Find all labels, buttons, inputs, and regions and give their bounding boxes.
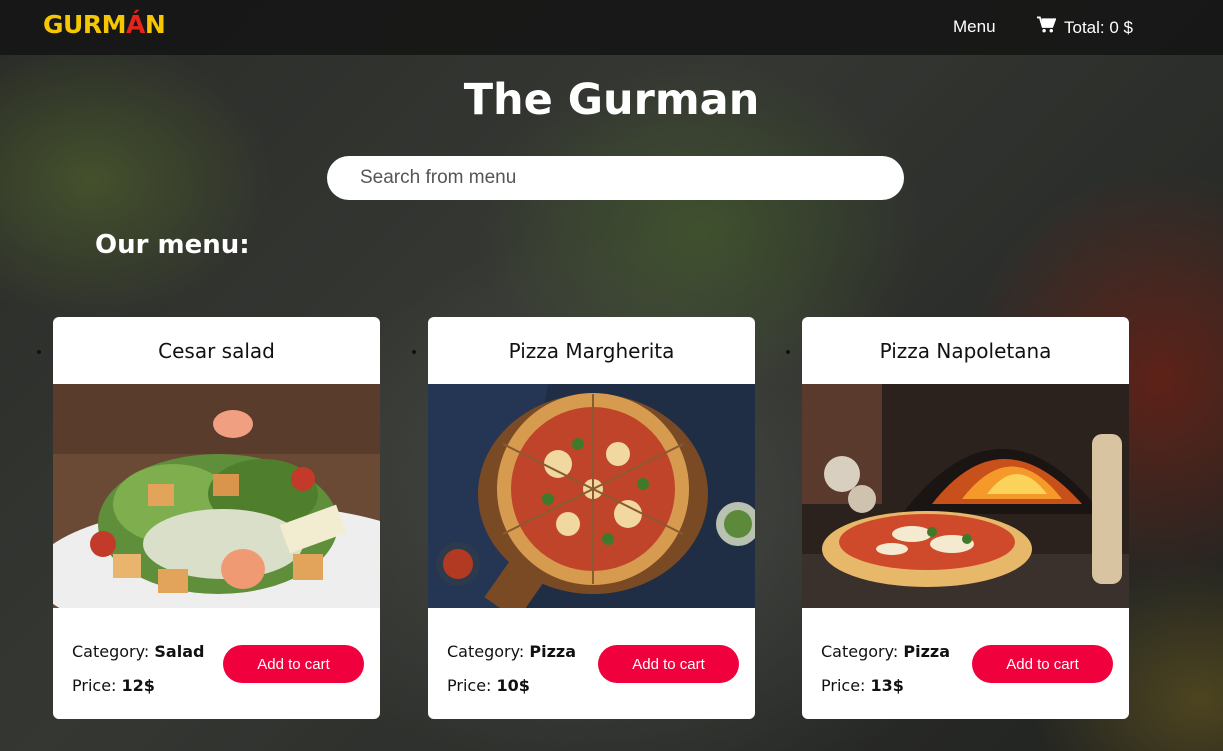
add-to-cart-button[interactable]: Add to cart (972, 645, 1113, 683)
cart-total-button[interactable]: Total: 0 $ (1037, 16, 1133, 39)
card-footer: Category: Pizza Price: 13$ Add to cart (802, 608, 1129, 719)
menu-card: Pizza Napoletana Category: Pizza Price: … (802, 317, 1129, 719)
list-bullet (37, 350, 41, 354)
price-label: Price: (72, 676, 117, 695)
cart-total-label: Total: 0 $ (1064, 17, 1133, 37)
add-to-cart-button[interactable]: Add to cart (223, 645, 364, 683)
list-bullet (786, 350, 790, 354)
category-label: Category: (447, 642, 525, 661)
category-value: Pizza (903, 642, 951, 661)
card-title: Pizza Margherita (508, 338, 675, 363)
card-footer: Category: Pizza Price: 10$ Add to cart (428, 608, 755, 719)
menu-card: Cesar salad Category: Salad Price: 12$ A… (53, 317, 380, 719)
category-label: Category: (72, 642, 150, 661)
card-meta: Category: Salad Price: 12$ (72, 635, 204, 703)
card-meta: Category: Pizza Price: 13$ (821, 635, 950, 703)
pizza-napoletana-image (802, 384, 1129, 608)
category-label: Category: (821, 642, 899, 661)
card-title: Pizza Napoletana (879, 338, 1052, 363)
price-label: Price: (821, 676, 866, 695)
section-title: Our menu: (95, 230, 250, 260)
list-bullet (412, 350, 416, 354)
price-value: 13$ (870, 676, 904, 695)
menu-card: Pizza Margherita Category: Pizza Price: … (428, 317, 755, 719)
page-title: The Gurman (463, 75, 760, 125)
add-to-cart-button[interactable]: Add to cart (598, 645, 739, 683)
salad-image (53, 384, 380, 608)
top-navbar: GURMÁN Menu Total: 0 $ (0, 0, 1223, 55)
nav-menu-link[interactable]: Menu (953, 17, 996, 37)
category-value: Pizza (529, 642, 577, 661)
card-title: Cesar salad (158, 338, 275, 363)
category-value: Salad (154, 642, 205, 661)
price-value: 10$ (496, 676, 530, 695)
price-label: Price: (447, 676, 492, 695)
price-value: 12$ (121, 676, 155, 695)
search-input[interactable] (327, 156, 904, 200)
shopping-cart-icon (1037, 16, 1057, 39)
card-footer: Category: Salad Price: 12$ Add to cart (53, 608, 380, 719)
logo[interactable]: GURMÁN (43, 10, 166, 39)
card-meta: Category: Pizza Price: 10$ (447, 635, 576, 703)
pizza-margherita-image (428, 384, 755, 608)
